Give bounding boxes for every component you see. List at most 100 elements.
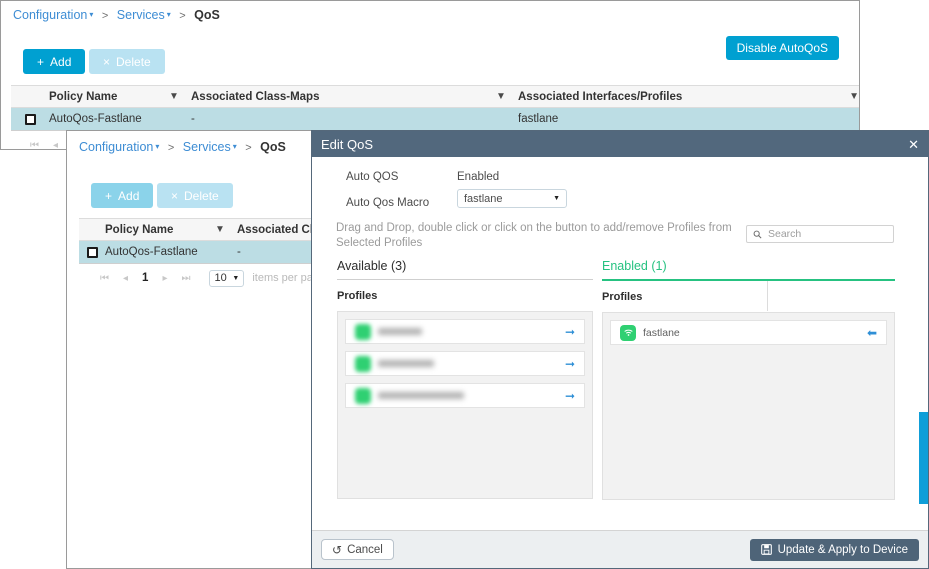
filter-icon[interactable]: ▼ xyxy=(835,91,859,102)
delete-button-label: Delete xyxy=(116,54,151,69)
dialog-title: Edit QoS xyxy=(321,136,374,152)
breadcrumb-current-qos: QoS xyxy=(260,140,286,154)
breadcrumb-item-configuration[interactable]: Configuration ▾ xyxy=(13,8,93,22)
cell-class-maps: - xyxy=(191,113,195,125)
breadcrumb-item-services[interactable]: Services ▾ xyxy=(183,140,237,154)
table-row[interactable]: AutoQos-Fastlane - xyxy=(79,241,319,264)
add-button[interactable]: + Add xyxy=(91,183,154,208)
delete-button-label: Delete xyxy=(184,188,219,203)
enabled-column-header: Profiles xyxy=(602,291,643,303)
column-associated-class-maps: Associated Cl xyxy=(237,223,314,236)
available-panel-title: Available (3) xyxy=(337,259,407,273)
dialog-footer: ↺ Cancel Update & Apply to Device xyxy=(312,530,928,568)
wifi-icon xyxy=(355,323,371,340)
plus-icon: + xyxy=(105,188,113,203)
disable-autoqos-button[interactable]: Disable AutoQoS xyxy=(725,36,839,60)
pager-prev-icon[interactable]: ◂ xyxy=(123,273,128,284)
list-item-label xyxy=(378,360,434,367)
column-policy-name: Policy Name xyxy=(49,90,118,103)
auto-qos-macro-label: Auto Qos Macro xyxy=(346,197,430,209)
column-divider xyxy=(767,281,768,311)
pager-last-icon[interactable]: ⏭ xyxy=(181,273,190,284)
wifi-icon xyxy=(355,355,371,372)
list-item[interactable]: ➞ xyxy=(345,319,585,344)
wifi-icon xyxy=(355,387,371,404)
search-input[interactable]: Search xyxy=(746,225,894,243)
available-column-header: Profiles xyxy=(337,290,378,302)
filter-icon[interactable]: ▼ xyxy=(496,91,518,102)
list-item-label xyxy=(378,328,422,335)
list-item[interactable]: ➞ xyxy=(345,383,585,408)
column-associated-class-maps: Associated Class-Maps xyxy=(191,90,320,103)
close-icon[interactable]: ✕ xyxy=(908,138,919,151)
filter-icon[interactable]: ▼ xyxy=(169,91,191,102)
available-panel: Available (3) Profiles ➞ ➞ ➞ xyxy=(337,259,593,499)
breadcrumb-separator: > xyxy=(245,142,252,154)
delete-button[interactable]: × Delete xyxy=(89,49,165,74)
save-icon xyxy=(760,544,772,555)
move-right-icon[interactable]: ➞ xyxy=(565,358,575,370)
auto-qos-value: Enabled xyxy=(457,167,499,185)
breadcrumb-item-services[interactable]: Services ▾ xyxy=(117,8,171,22)
plus-icon: + xyxy=(37,54,45,69)
chevron-down-icon: ▾ xyxy=(155,142,160,151)
table-header-foreground: Policy Name ▼ Associated Cl xyxy=(79,218,319,241)
disable-autoqos-label: Disable AutoQoS xyxy=(736,41,828,55)
auto-qos-macro-field-row: Auto Qos Macro xyxy=(346,193,429,211)
items-per-page-value: 10 xyxy=(214,272,227,284)
items-per-page-label: items per pag xyxy=(252,272,319,284)
pager-first-icon[interactable]: ⏮ xyxy=(30,140,39,151)
available-profiles-list[interactable]: ➞ ➞ ➞ xyxy=(337,311,593,499)
list-item-label xyxy=(378,392,464,399)
cell-interfaces-profiles: fastlane xyxy=(518,113,559,125)
add-button-label: Add xyxy=(50,54,72,69)
close-icon: × xyxy=(171,188,179,203)
undo-icon: ↺ xyxy=(332,542,343,557)
pager-foreground: ⏮ ◂ 1 ▸ ⏭ 10 ▼ items per pag xyxy=(93,264,319,292)
close-icon: × xyxy=(103,54,111,69)
pager-background: ⏮ ◂ xyxy=(23,131,65,159)
wifi-icon xyxy=(620,324,636,341)
breadcrumb-foreground: Configuration ▾ > Services ▾ > QoS xyxy=(79,140,286,154)
qos-list-window-foreground: Configuration ▾ > Services ▾ > QoS + Add × D… xyxy=(66,130,320,569)
update-apply-button-label: Update & Apply to Device xyxy=(777,543,908,556)
edit-qos-dialog: Edit QoS ✕ Auto QOS Enabled Auto Qos Mac… xyxy=(311,130,929,569)
auto-qos-field-row: Auto QOS xyxy=(346,167,398,185)
add-button-label: Add xyxy=(118,188,140,203)
move-right-icon[interactable]: ➞ xyxy=(565,326,575,338)
list-item[interactable]: ➞ xyxy=(345,351,585,376)
delete-button[interactable]: × Delete xyxy=(157,183,233,208)
breadcrumb-separator: > xyxy=(101,10,109,22)
items-per-page-select[interactable]: 10 ▼ xyxy=(209,269,245,287)
cancel-button[interactable]: ↺ Cancel xyxy=(321,539,394,560)
auto-qos-macro-select[interactable]: fastlane ▼ xyxy=(457,189,567,208)
enabled-profiles-list[interactable]: fastlane ⬅ xyxy=(602,312,895,500)
pager-first-icon[interactable]: ⏮ xyxy=(100,273,109,284)
move-left-icon[interactable]: ⬅ xyxy=(867,327,877,339)
auto-qos-label: Auto QOS xyxy=(346,171,399,183)
chevron-down-icon: ▾ xyxy=(89,10,94,19)
breadcrumb-background: Configuration ▾ > Services ▾ > QoS xyxy=(13,8,220,22)
cancel-button-label: Cancel xyxy=(347,543,383,556)
list-item[interactable]: fastlane ⬅ xyxy=(610,320,887,345)
auto-qos-status: Enabled xyxy=(457,171,500,183)
row-checkbox[interactable] xyxy=(86,246,98,258)
table-header-background: Policy Name ▼ Associated Class-Maps ▼ As… xyxy=(11,85,859,108)
column-associated-interfaces-profiles: Associated Interfaces/Profiles xyxy=(518,90,683,103)
vertical-scrollbar[interactable] xyxy=(919,412,928,504)
dialog-title-bar: Edit QoS ✕ xyxy=(312,131,928,157)
pager-next-icon[interactable]: ▸ xyxy=(162,273,167,284)
move-right-icon[interactable]: ➞ xyxy=(565,390,575,402)
breadcrumb-item-configuration[interactable]: Configuration ▾ xyxy=(79,140,159,154)
filter-icon[interactable]: ▼ xyxy=(215,224,237,235)
search-icon xyxy=(753,230,762,239)
table-row[interactable]: AutoQos-Fastlane - fastlane xyxy=(11,108,859,131)
pager-prev-icon[interactable]: ◂ xyxy=(53,140,58,151)
auto-qos-macro-value: fastlane xyxy=(464,192,503,205)
update-apply-button[interactable]: Update & Apply to Device xyxy=(749,538,919,561)
cell-policy-name: AutoQos-Fastlane xyxy=(105,246,198,258)
row-checkbox[interactable] xyxy=(24,113,36,125)
chevron-down-icon: ▾ xyxy=(166,10,171,19)
add-button[interactable]: + Add xyxy=(23,49,86,74)
chevron-down-icon: ▼ xyxy=(553,195,560,202)
